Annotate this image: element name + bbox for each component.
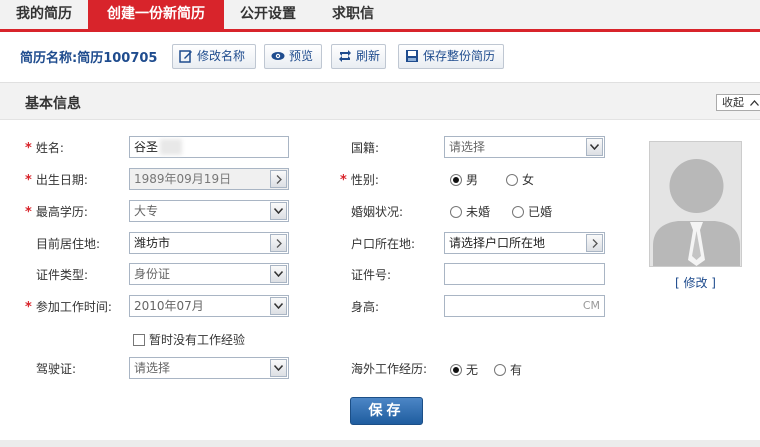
rename-button[interactable]: 修改名称 xyxy=(172,44,256,69)
collapse-button[interactable]: 收起 xyxy=(716,94,760,111)
id-number-input[interactable] xyxy=(444,263,605,285)
edit-photo-link[interactable]: [ 修改 ] xyxy=(675,274,716,291)
residence-picker[interactable]: 潍坊市 xyxy=(129,232,289,254)
chevron-up-icon xyxy=(750,100,759,106)
save-all-button-label: 保存整份简历 xyxy=(423,49,496,63)
chevron-right-icon xyxy=(270,234,287,252)
edit-icon xyxy=(179,50,192,63)
footer-divider xyxy=(0,440,760,447)
no-experience-checkbox[interactable]: 暂时没有工作经验 xyxy=(133,331,245,349)
name-input[interactable]: 谷圣 xyxy=(129,136,289,158)
chevron-right-icon xyxy=(270,170,287,188)
preview-button[interactable]: 预览 xyxy=(264,44,322,69)
refresh-button[interactable]: 刷新 xyxy=(331,44,386,69)
tab-public-settings[interactable]: 公开设置 xyxy=(224,0,312,29)
collapse-label: 收起 xyxy=(722,96,744,109)
chevron-right-icon xyxy=(586,234,603,252)
height-label: 身高: xyxy=(351,300,380,314)
save-icon xyxy=(406,50,418,62)
marital-label: 婚姻状况: xyxy=(351,205,404,219)
tab-create-resume[interactable]: 创建一份新简历 xyxy=(88,0,224,29)
birth-date-picker[interactable]: 1989年09月19日 xyxy=(129,168,289,190)
id-type-label: 证件类型: xyxy=(36,268,89,282)
height-input[interactable]: CM xyxy=(444,295,605,317)
overseas-label: 海外工作经历: xyxy=(351,362,428,376)
resume-title: 简历名称:简历100705 xyxy=(20,51,158,66)
id-number-label: 证件号: xyxy=(351,268,392,282)
name-label: * 姓名: xyxy=(25,141,64,156)
rename-button-label: 修改名称 xyxy=(197,49,246,63)
nationality-select[interactable]: 请选择 xyxy=(444,136,605,158)
height-unit: CM xyxy=(582,299,600,312)
resume-title-bar: 简历名称:简历100705 修改名称 预览 刷新 保存整份简历 xyxy=(0,32,760,82)
education-select[interactable]: 大专 xyxy=(129,200,289,222)
avatar-placeholder-icon xyxy=(650,142,741,266)
gender-label: * 性别: xyxy=(340,173,379,188)
nationality-label: 国籍: xyxy=(351,141,380,155)
tab-my-resume[interactable]: 我的简历 xyxy=(0,0,88,29)
chevron-down-icon xyxy=(586,138,603,156)
residence-label: 目前居住地: xyxy=(36,237,101,251)
save-all-button[interactable]: 保存整份简历 xyxy=(398,44,504,69)
refresh-button-label: 刷新 xyxy=(356,49,381,63)
preview-button-label: 预览 xyxy=(289,49,314,63)
hukou-label: 户口所在地: xyxy=(351,237,416,251)
overseas-no-radio[interactable]: 无 xyxy=(450,361,478,379)
refresh-icon xyxy=(339,50,351,62)
tab-cover-letter[interactable]: 求职信 xyxy=(312,0,394,29)
resume-editor-page: 我的简历 创建一份新简历 公开设置 求职信 简历名称:简历100705 修改名称… xyxy=(0,0,760,447)
name-blur-mask xyxy=(160,139,182,155)
license-select[interactable]: 请选择 xyxy=(129,357,289,379)
chevron-down-icon xyxy=(270,297,287,315)
chevron-down-icon xyxy=(270,265,287,283)
gender-male-radio[interactable]: 男 xyxy=(450,171,478,189)
marital-married-radio[interactable]: 已婚 xyxy=(512,203,552,221)
chevron-down-icon xyxy=(270,359,287,377)
work-start-select[interactable]: 2010年07月 xyxy=(129,295,289,317)
eye-icon xyxy=(271,52,285,60)
work-start-label: * 参加工作时间: xyxy=(25,300,112,315)
marital-single-radio[interactable]: 未婚 xyxy=(450,203,490,221)
hukou-picker[interactable]: 请选择户口所在地 xyxy=(444,232,605,254)
overseas-yes-radio[interactable]: 有 xyxy=(494,361,522,379)
chevron-down-icon xyxy=(270,202,287,220)
id-type-select[interactable]: 身份证 xyxy=(129,263,289,285)
birth-label: * 出生日期: xyxy=(25,173,88,188)
save-button[interactable]: 保存 xyxy=(350,397,423,425)
education-label: * 最高学历: xyxy=(25,205,88,220)
license-label: 驾驶证: xyxy=(36,362,77,376)
gender-female-radio[interactable]: 女 xyxy=(506,171,534,189)
section-title: 基本信息 xyxy=(25,96,81,112)
basic-info-header: 基本信息 收起 xyxy=(0,82,760,120)
top-nav: 我的简历 创建一份新简历 公开设置 求职信 xyxy=(0,0,760,32)
profile-photo xyxy=(649,141,742,267)
